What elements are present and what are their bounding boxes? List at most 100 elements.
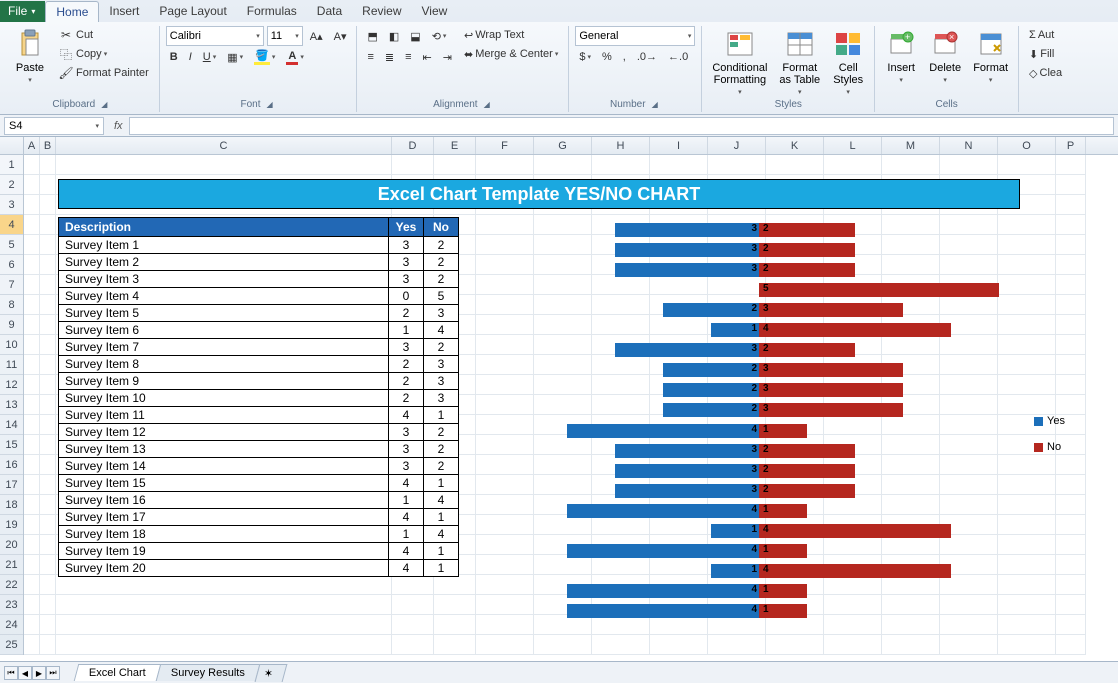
bold-button[interactable]: B (166, 48, 182, 66)
cell-no[interactable]: 3 (424, 373, 459, 390)
cell-no[interactable]: 1 (424, 509, 459, 526)
font-name-combo[interactable]: Calibri▾ (166, 26, 264, 46)
tab-page-layout[interactable]: Page Layout (149, 1, 236, 22)
autosum-button[interactable]: ΣAut (1025, 26, 1066, 44)
row-header[interactable]: 18 (0, 495, 23, 515)
col-header-N[interactable]: N (940, 137, 998, 154)
tab-home[interactable]: Home (45, 1, 99, 22)
row-header[interactable]: 5 (0, 235, 23, 255)
cell-no[interactable]: 2 (424, 339, 459, 356)
col-header-G[interactable]: G (534, 137, 592, 154)
row-header[interactable]: 13 (0, 395, 23, 415)
cell-no[interactable]: 5 (424, 288, 459, 305)
col-header-D[interactable]: D (392, 137, 434, 154)
cell-no[interactable]: 4 (424, 526, 459, 543)
row-header[interactable]: 12 (0, 375, 23, 395)
clear-button[interactable]: ◇Clea (1025, 64, 1066, 82)
format-painter-button[interactable]: 🖌Format Painter (54, 64, 153, 82)
cell-desc[interactable]: Survey Item 13 (59, 441, 389, 458)
cell-desc[interactable]: Survey Item 9 (59, 373, 389, 390)
align-left-button[interactable]: ≡ (363, 48, 377, 66)
cell-no[interactable]: 1 (424, 475, 459, 492)
increase-decimal-button[interactable]: .0→ (633, 48, 661, 66)
font-size-combo[interactable]: 11▾ (267, 26, 303, 46)
conditional-formatting-button[interactable]: Conditional Formatting▾ (708, 26, 771, 98)
fx-icon[interactable]: fx (108, 120, 129, 132)
row-header[interactable]: 23 (0, 595, 23, 615)
cell-desc[interactable]: Survey Item 1 (59, 237, 389, 254)
col-header-A[interactable]: A (24, 137, 40, 154)
sheet-nav-prev[interactable]: ◀ (18, 666, 32, 680)
row-header[interactable]: 22 (0, 575, 23, 595)
cell-yes[interactable]: 3 (389, 339, 424, 356)
number-format-combo[interactable]: General▾ (575, 26, 695, 46)
percent-button[interactable]: % (598, 48, 616, 66)
sheet-nav-first[interactable]: ⏮ (4, 666, 18, 680)
cell-no[interactable]: 2 (424, 237, 459, 254)
cell-yes[interactable]: 3 (389, 458, 424, 475)
cell-no[interactable]: 1 (424, 560, 459, 577)
cell-desc[interactable]: Survey Item 19 (59, 543, 389, 560)
align-middle-button[interactable]: ◧ (385, 27, 403, 45)
cell-desc[interactable]: Survey Item 10 (59, 390, 389, 407)
align-right-button[interactable]: ≡ (401, 48, 415, 66)
row-header[interactable]: 8 (0, 295, 23, 315)
cell-no[interactable]: 1 (424, 543, 459, 560)
comma-button[interactable]: , (619, 48, 630, 66)
borders-button[interactable]: ▦▾ (223, 48, 247, 66)
sheet-nav-last[interactable]: ⏭ (46, 666, 60, 680)
cut-button[interactable]: ✂Cut (54, 26, 153, 44)
file-tab[interactable]: File ▾ (0, 1, 45, 22)
cell-yes[interactable]: 3 (389, 441, 424, 458)
col-header-H[interactable]: H (592, 137, 650, 154)
row-header[interactable]: 4 (0, 215, 23, 235)
cell-desc[interactable]: Survey Item 11 (59, 407, 389, 424)
col-header-C[interactable]: C (56, 137, 392, 154)
col-header-L[interactable]: L (824, 137, 882, 154)
dialog-launcher-icon[interactable]: ◢ (481, 99, 493, 110)
row-header[interactable]: 24 (0, 615, 23, 635)
row-header[interactable]: 16 (0, 455, 23, 475)
cell-yes[interactable]: 1 (389, 526, 424, 543)
row-header[interactable]: 17 (0, 475, 23, 495)
col-header-J[interactable]: J (708, 137, 766, 154)
cell-desc[interactable]: Survey Item 2 (59, 254, 389, 271)
cells-area[interactable]: Excel Chart Template YES/NO CHART Descri… (24, 155, 1118, 655)
row-header[interactable]: 2 (0, 175, 23, 195)
cell-desc[interactable]: Survey Item 20 (59, 560, 389, 577)
cell-no[interactable]: 2 (424, 441, 459, 458)
cell-yes[interactable]: 4 (389, 475, 424, 492)
increase-font-button[interactable]: A▴ (306, 27, 327, 45)
formula-input[interactable] (129, 117, 1114, 135)
dialog-launcher-icon[interactable]: ◢ (98, 99, 110, 110)
cell-no[interactable]: 2 (424, 424, 459, 441)
cell-yes[interactable]: 4 (389, 407, 424, 424)
underline-button[interactable]: U▾ (199, 48, 220, 66)
row-header[interactable]: 14 (0, 415, 23, 435)
increase-indent-button[interactable]: ⇥ (439, 48, 456, 66)
row-header[interactable]: 20 (0, 535, 23, 555)
cell-yes[interactable]: 2 (389, 373, 424, 390)
row-header[interactable]: 1 (0, 155, 23, 175)
cell-no[interactable]: 2 (424, 271, 459, 288)
cell-desc[interactable]: Survey Item 12 (59, 424, 389, 441)
row-header[interactable]: 19 (0, 515, 23, 535)
row-header[interactable]: 6 (0, 255, 23, 275)
cell-yes[interactable]: 2 (389, 356, 424, 373)
delete-cells-button[interactable]: ×Delete▾ (925, 26, 965, 86)
cell-no[interactable]: 4 (424, 492, 459, 509)
cell-desc[interactable]: Survey Item 16 (59, 492, 389, 509)
name-box[interactable]: S4▾ (4, 117, 104, 135)
cell-desc[interactable]: Survey Item 3 (59, 271, 389, 288)
tab-data[interactable]: Data (307, 1, 352, 22)
row-header[interactable]: 7 (0, 275, 23, 295)
format-as-table-button[interactable]: Format as Table▾ (775, 26, 824, 98)
row-header[interactable]: 9 (0, 315, 23, 335)
currency-button[interactable]: $▾ (575, 48, 595, 66)
align-bottom-button[interactable]: ⬓ (406, 27, 424, 45)
col-header-K[interactable]: K (766, 137, 824, 154)
decrease-font-button[interactable]: A▾ (330, 27, 351, 45)
cell-yes[interactable]: 2 (389, 305, 424, 322)
cell-yes[interactable]: 4 (389, 543, 424, 560)
cell-styles-button[interactable]: Cell Styles▾ (828, 26, 868, 98)
